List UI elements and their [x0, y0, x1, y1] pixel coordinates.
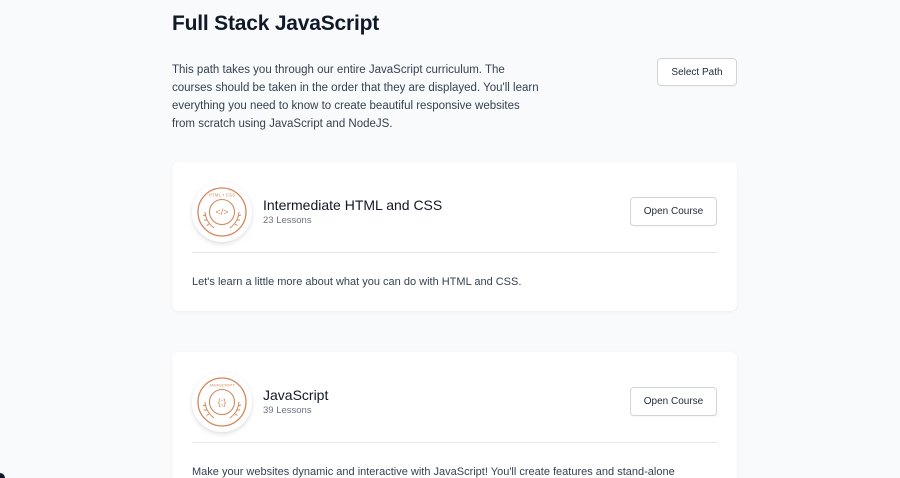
course-title: Intermediate HTML and CSS [263, 197, 443, 213]
course-lesson-count: 23 Lessons [263, 215, 312, 226]
course-description: Make your websites dynamic and interacti… [192, 466, 675, 478]
open-course-button[interactable]: Open Course [630, 197, 717, 226]
course-card-javascript: JAVASCRIPT {;} JavaScript 39 Lessons Ope… [172, 352, 737, 478]
course-title: JavaScript [263, 387, 329, 403]
html-css-badge-icon: HTML • CSS </> [192, 182, 252, 242]
open-course-button[interactable]: Open Course [630, 387, 717, 416]
card-divider [192, 252, 717, 253]
course-card-intermediate-html-css: HTML • CSS </> Intermediate HTML and CSS… [172, 162, 737, 311]
card-divider [192, 442, 717, 443]
badge-caption: JAVASCRIPT [209, 383, 235, 388]
badge-symbol: </> [215, 207, 228, 217]
javascript-badge-icon: JAVASCRIPT {;} [192, 372, 252, 432]
path-page: Full Stack JavaScript This path takes yo… [0, 0, 900, 478]
badge-symbol: {;} [218, 397, 227, 407]
window-corner [0, 473, 5, 478]
path-title: Full Stack JavaScript [172, 12, 380, 35]
course-description: Let's learn a little more about what you… [192, 276, 522, 288]
badge-caption: HTML • CSS [209, 193, 236, 198]
select-path-button[interactable]: Select Path [657, 58, 737, 86]
path-description: This path takes you through our entire J… [172, 64, 539, 130]
course-lesson-count: 39 Lessons [263, 405, 312, 416]
